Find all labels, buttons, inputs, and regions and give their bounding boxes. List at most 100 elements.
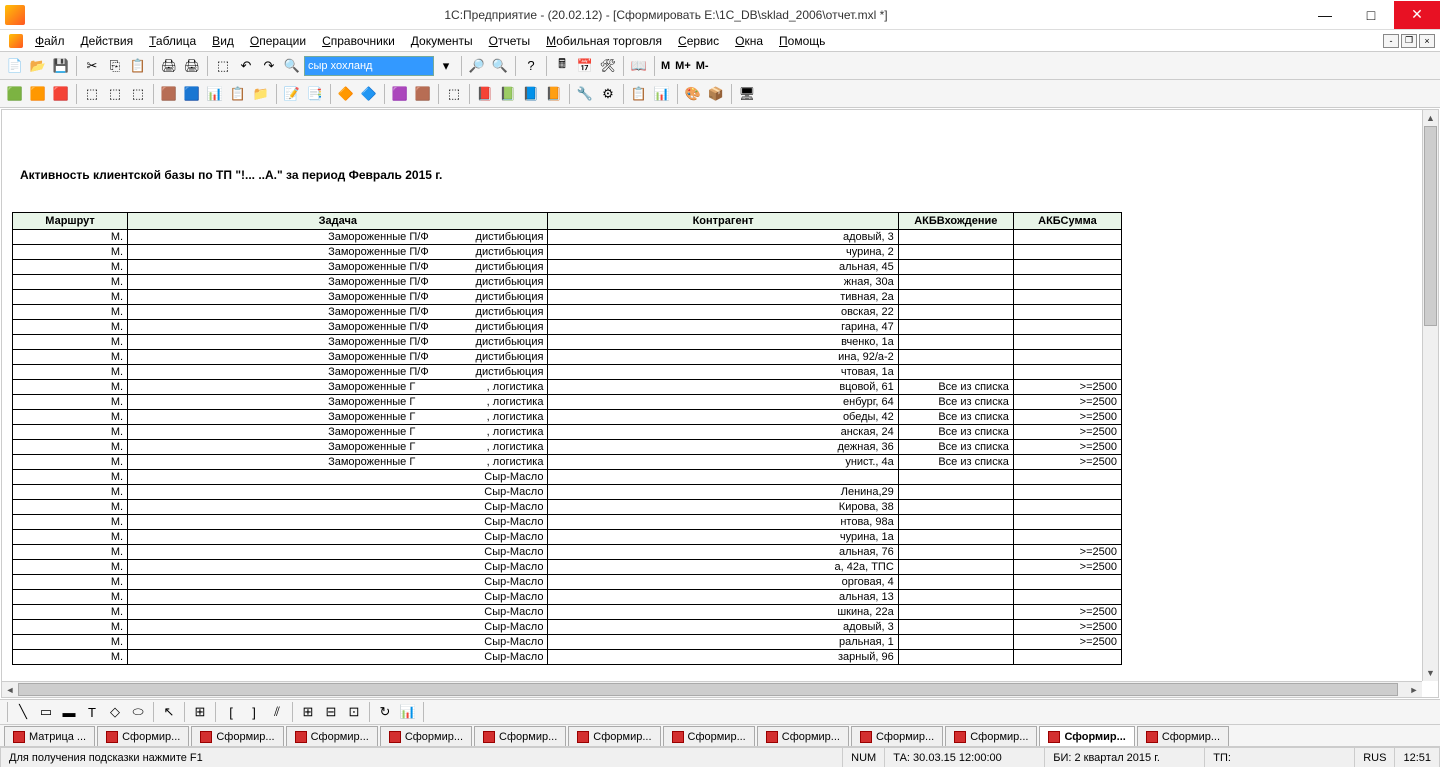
tab-7[interactable]: Сформир... [663, 726, 755, 746]
tab-4[interactable]: Сформир... [380, 726, 472, 746]
chart-tool[interactable]: 📊 [397, 701, 419, 723]
table-row[interactable]: М.Сыр-Маслоальная, 13 [13, 590, 1122, 605]
hscroll-thumb[interactable] [18, 683, 1398, 696]
cell-agent[interactable]: альная, 76 [548, 545, 898, 560]
tb2-btn-1[interactable]: 🟩 [4, 83, 26, 105]
tb2-btn-17[interactable]: 🟫 [412, 83, 434, 105]
cell-task[interactable]: Замороженные П/Фдистибьюция [128, 290, 548, 305]
cell-task[interactable]: Сыр-Масло [128, 605, 548, 620]
text-tool[interactable]: T [81, 701, 103, 723]
copy-button[interactable]: ⎘ [104, 55, 126, 77]
col-task[interactable]: Задача [128, 213, 548, 230]
tab-3[interactable]: Сформир... [286, 726, 378, 746]
cell-route[interactable]: М. [13, 545, 128, 560]
table-tool-3[interactable]: ⊡ [343, 701, 365, 723]
menu-сервис[interactable]: Сервис [670, 31, 727, 51]
cell-agent[interactable]: овская, 22 [548, 305, 898, 320]
bracket-left-tool[interactable]: [ [220, 701, 242, 723]
tb2-btn-26[interactable]: 📊 [651, 83, 673, 105]
table-row[interactable]: М.Сыр-Маслоорговая, 4 [13, 575, 1122, 590]
table-row[interactable]: М.Замороженные П/Фдистибьюцияина, 92/а-2 [13, 350, 1122, 365]
print-button[interactable]: 🖨 [158, 55, 180, 77]
cell-task[interactable]: Сыр-Масло [128, 530, 548, 545]
report-table[interactable]: Маршрут Задача Контрагент АКБВхождение А… [12, 212, 1122, 665]
menu-справочники[interactable]: Справочники [314, 31, 403, 51]
cell-route[interactable]: М. [13, 365, 128, 380]
cell-agent[interactable]: альная, 13 [548, 590, 898, 605]
cell-route[interactable]: М. [13, 350, 128, 365]
tb2-btn-25[interactable]: 📋 [628, 83, 650, 105]
cell-task[interactable]: Замороженные Г, логистика [128, 425, 548, 440]
table-row[interactable]: М.Сыр-Маслоадовый, 3>=2500 [13, 620, 1122, 635]
memory-mplus-button[interactable]: М+ [673, 60, 693, 72]
tab-10[interactable]: Сформир... [945, 726, 1037, 746]
cell-task[interactable]: Сыр-Масло [128, 575, 548, 590]
cell-agent[interactable]: енбург, 64 [548, 395, 898, 410]
table-row[interactable]: М.Замороженные П/Фдистибьюциятивная, 2а [13, 290, 1122, 305]
table-row[interactable]: М.Замороженные П/Фдистибьюциячтовая, 1а [13, 365, 1122, 380]
cell-task[interactable]: Сыр-Масло [128, 590, 548, 605]
cell-akb1[interactable] [898, 515, 1013, 530]
maximize-button[interactable]: □ [1348, 1, 1394, 29]
tb2-btn-16[interactable]: 🟪 [389, 83, 411, 105]
scroll-left-button[interactable]: ◄ [2, 682, 18, 697]
cell-akb2[interactable] [1013, 260, 1121, 275]
col-route[interactable]: Маршрут [13, 213, 128, 230]
cell-task[interactable]: Сыр-Масло [128, 620, 548, 635]
table-row[interactable]: М.Замороженные П/Фдистибьюцияадовый, 3 [13, 230, 1122, 245]
menu-действия[interactable]: Действия [73, 31, 142, 51]
menu-мобильная торговля[interactable]: Мобильная торговля [538, 31, 670, 51]
cell-akb1[interactable] [898, 560, 1013, 575]
cell-akb2[interactable]: >=2500 [1013, 605, 1121, 620]
cell-akb2[interactable] [1013, 230, 1121, 245]
cell-akb2[interactable] [1013, 650, 1121, 665]
tab-1[interactable]: Сформир... [97, 726, 189, 746]
cell-akb1[interactable] [898, 485, 1013, 500]
cell-akb2[interactable] [1013, 290, 1121, 305]
cell-agent[interactable]: жная, 30а [548, 275, 898, 290]
save-button[interactable]: 💾 [50, 55, 72, 77]
cell-akb1[interactable]: Все из списка [898, 455, 1013, 470]
cell-akb2[interactable] [1013, 365, 1121, 380]
table-row[interactable]: М.Сыр-МаслоЛенина,29 [13, 485, 1122, 500]
cell-task[interactable]: Замороженные П/Фдистибьюция [128, 260, 548, 275]
cell-agent[interactable]: анская, 24 [548, 425, 898, 440]
tb2-btn-20[interactable]: 📗 [497, 83, 519, 105]
menu-окна[interactable]: Окна [727, 31, 771, 51]
cell-akb2[interactable] [1013, 245, 1121, 260]
tb2-btn-15[interactable]: 🔷 [358, 83, 380, 105]
tab-0[interactable]: Матрица ... [4, 726, 95, 746]
refresh-tool[interactable]: ↻ [374, 701, 396, 723]
table-tool-2[interactable]: ⊟ [320, 701, 342, 723]
tb2-btn-3[interactable]: 🟥 [50, 83, 72, 105]
cell-agent[interactable]: унист., 4а [548, 455, 898, 470]
tb2-btn-18[interactable]: ⬚ [443, 83, 465, 105]
cell-agent[interactable]: ина, 92/а-2 [548, 350, 898, 365]
shape-tool[interactable]: ◇ [104, 701, 126, 723]
undo-button[interactable]: ↶ [235, 55, 257, 77]
cell-akb1[interactable] [898, 335, 1013, 350]
cell-route[interactable]: М. [13, 620, 128, 635]
table-row[interactable]: М.Замороженные Г, логистикаенбург, 64Все… [13, 395, 1122, 410]
table-row[interactable]: М.Сыр-МаслоКирова, 38 [13, 500, 1122, 515]
cell-agent[interactable]: гарина, 47 [548, 320, 898, 335]
table-row[interactable]: М.Замороженные П/Фдистибьюциягарина, 47 [13, 320, 1122, 335]
paste-button[interactable]: 📋 [127, 55, 149, 77]
cell-route[interactable]: М. [13, 650, 128, 665]
minimize-button[interactable]: — [1302, 1, 1348, 29]
tab-11[interactable]: Сформир... [1039, 726, 1134, 746]
find-next-button[interactable]: 🔎 [466, 55, 488, 77]
tb2-btn-11[interactable]: 📁 [250, 83, 272, 105]
table-row[interactable]: М.Сыр-Маслоальная, 76>=2500 [13, 545, 1122, 560]
memory-mminus-button[interactable]: М- [694, 60, 711, 72]
cell-route[interactable]: М. [13, 380, 128, 395]
cell-akb2[interactable]: >=2500 [1013, 380, 1121, 395]
menu-документы[interactable]: Документы [403, 31, 481, 51]
toggle-button[interactable]: ⬚ [212, 55, 234, 77]
cell-agent[interactable]: дежная, 36 [548, 440, 898, 455]
cell-route[interactable]: М. [13, 275, 128, 290]
cell-akb1[interactable]: Все из списка [898, 440, 1013, 455]
cell-agent[interactable]: вцовой, 61 [548, 380, 898, 395]
tb2-btn-21[interactable]: 📘 [520, 83, 542, 105]
cell-akb1[interactable]: Все из списка [898, 425, 1013, 440]
